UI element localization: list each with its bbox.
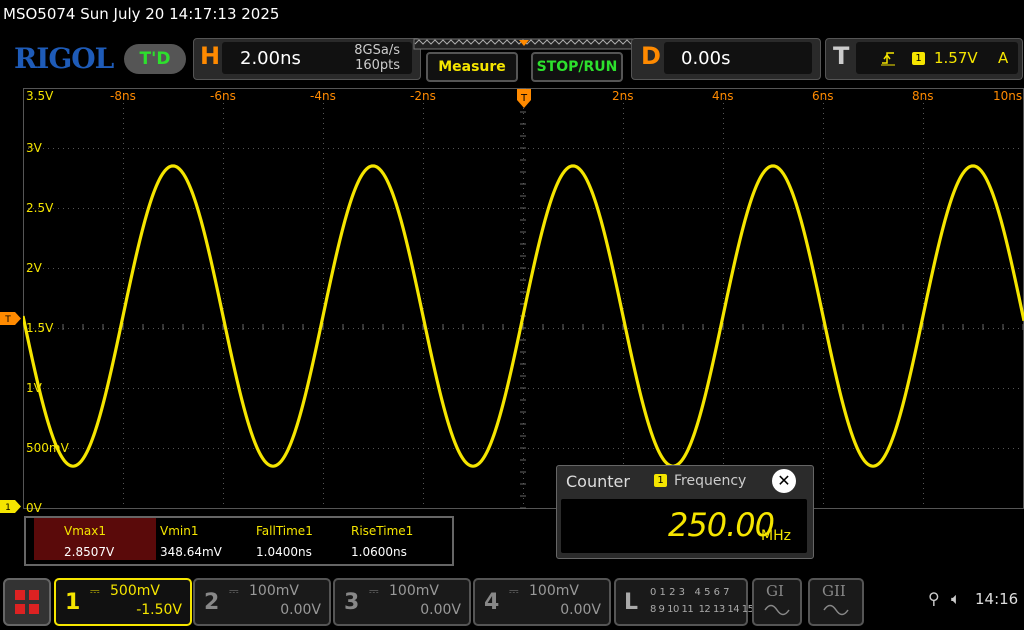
generator-1-button[interactable]: GI (752, 578, 802, 626)
time-tick-label: -4ns (310, 89, 336, 103)
measurement-header: FallTime1 (256, 524, 313, 538)
generator-2-label: GII (822, 582, 846, 600)
logic-analyzer-button[interactable]: L 0 1 2 3 4 5 6 7 8 9 10 11 12 13 14 15 (614, 578, 754, 626)
counter-source-channel: 1 (654, 474, 667, 487)
measurement-header: Vmax1 (64, 524, 106, 538)
time-tick-label: 2ns (612, 89, 634, 103)
channel-offset: -1.50V (136, 602, 182, 618)
volt-tick-label: 3.5V (26, 89, 54, 103)
volt-tick-label: 1V (26, 381, 42, 395)
status-clock: 14:16 (975, 590, 1019, 608)
logic-channels-row1: 0 1 2 3 4 5 6 7 (650, 587, 730, 598)
window-title: MSO5074 Sun July 20 14:17:13 2025 (3, 5, 280, 23)
channel-1-button[interactable]: 1 ⎓ 500mV -1.50V (54, 578, 192, 626)
timebase-value: 2.00ns (240, 48, 301, 69)
rising-edge-icon (881, 52, 895, 66)
memory-position-bar (413, 38, 635, 50)
trigger-level: 1.57V (934, 49, 978, 67)
stop-run-button[interactable]: STOP/RUN (531, 52, 623, 82)
volt-tick-label: 1.5V (26, 321, 54, 335)
logic-label: L (624, 590, 639, 615)
dc-coupling-icon: ⎓ (369, 584, 379, 598)
channel-3-button[interactable]: 3 ⎓ 100mV 0.00V (333, 578, 471, 626)
measurement-value: 1.0400ns (256, 545, 312, 559)
measurement-value: 2.8507V (64, 545, 115, 559)
channel-number: 1 (65, 590, 81, 615)
volt-tick-label: 3V (26, 141, 42, 155)
memory-depth: 160pts (355, 58, 400, 73)
channel-number: 3 (344, 590, 360, 615)
time-tick-label: 4ns (712, 89, 734, 103)
horizontal-label: H (200, 42, 221, 70)
measurement-value: 1.0600ns (351, 545, 407, 559)
trigger-level-marker-label: T (4, 315, 11, 325)
waveform-display[interactable] (23, 88, 1024, 509)
measurement-value: 348.64mV (160, 545, 222, 559)
sine-wave-icon (764, 604, 790, 616)
sample-rate: 8GSa/s (354, 43, 400, 58)
volt-tick-label: 0V (26, 501, 42, 515)
trigger-label: T (833, 42, 850, 70)
channel-offset: 0.00V (280, 602, 321, 618)
trigger-level-marker[interactable]: T (0, 312, 22, 325)
dc-coupling-icon: ⎓ (90, 584, 100, 598)
ch1-ground-marker[interactable]: 1 (0, 500, 22, 513)
channel-offset: 0.00V (420, 602, 461, 618)
usb-icon: ⚲ (928, 589, 940, 608)
graticule (23, 88, 1024, 509)
measurement-header: Vmin1 (160, 524, 199, 538)
volt-tick-label: 500mV (26, 441, 69, 455)
close-icon[interactable]: ✕ (772, 469, 796, 493)
time-tick-label: 8ns (912, 89, 934, 103)
sound-muted-icon[interactable]: 🔈︎ (951, 589, 961, 609)
time-tick-label: 6ns (812, 89, 834, 103)
measurement-header: RiseTime1 (351, 524, 414, 538)
counter-type: Frequency (674, 473, 747, 489)
channel-number: 4 (484, 590, 500, 615)
ch1-waveform (23, 164, 1024, 468)
counter-title: Counter (566, 472, 630, 491)
trigger-source-channel: 1 (912, 52, 925, 65)
menu-grid-icon[interactable] (3, 578, 51, 626)
channel-2-button[interactable]: 2 ⎓ 100mV 0.00V (193, 578, 331, 626)
dc-coupling-icon: ⎓ (509, 584, 519, 598)
dc-coupling-icon: ⎓ (229, 584, 239, 598)
channel-scale: 100mV (529, 583, 579, 599)
delay-value: 0.00s (681, 48, 731, 69)
generator-2-button[interactable]: GII (808, 578, 864, 626)
rigol-logo: RIGOL (14, 42, 114, 75)
counter-unit: MHz (761, 528, 791, 544)
time-tick-label: 10ns (993, 89, 1023, 103)
channel-scale: 100mV (389, 583, 439, 599)
ch1-ground-marker-label: 1 (5, 503, 11, 513)
volt-tick-label: 2.5V (26, 201, 54, 215)
time-tick-label: -2ns (410, 89, 436, 103)
channel-4-button[interactable]: 4 ⎓ 100mV 0.00V (473, 578, 611, 626)
channel-scale: 500mV (110, 583, 160, 599)
svg-text:T: T (520, 93, 528, 104)
logic-channels-row2: 8 9 10 11 12 13 14 15 (650, 604, 754, 615)
time-tick-label: -8ns (110, 89, 136, 103)
channel-offset: 0.00V (560, 602, 601, 618)
generator-1-label: GI (766, 582, 784, 600)
counter-value: 250.00 (668, 506, 775, 544)
triggered-badge[interactable]: T'D (124, 44, 186, 74)
trigger-mode: A (998, 49, 1009, 67)
trigger-position-marker[interactable]: T (516, 88, 532, 110)
volt-tick-label: 2V (26, 261, 42, 275)
channel-scale: 100mV (249, 583, 299, 599)
channel-number: 2 (204, 590, 220, 615)
sine-wave-icon (823, 604, 849, 616)
delay-label: D (641, 42, 661, 70)
measure-button[interactable]: Measure (426, 52, 518, 82)
time-tick-label: -6ns (210, 89, 236, 103)
